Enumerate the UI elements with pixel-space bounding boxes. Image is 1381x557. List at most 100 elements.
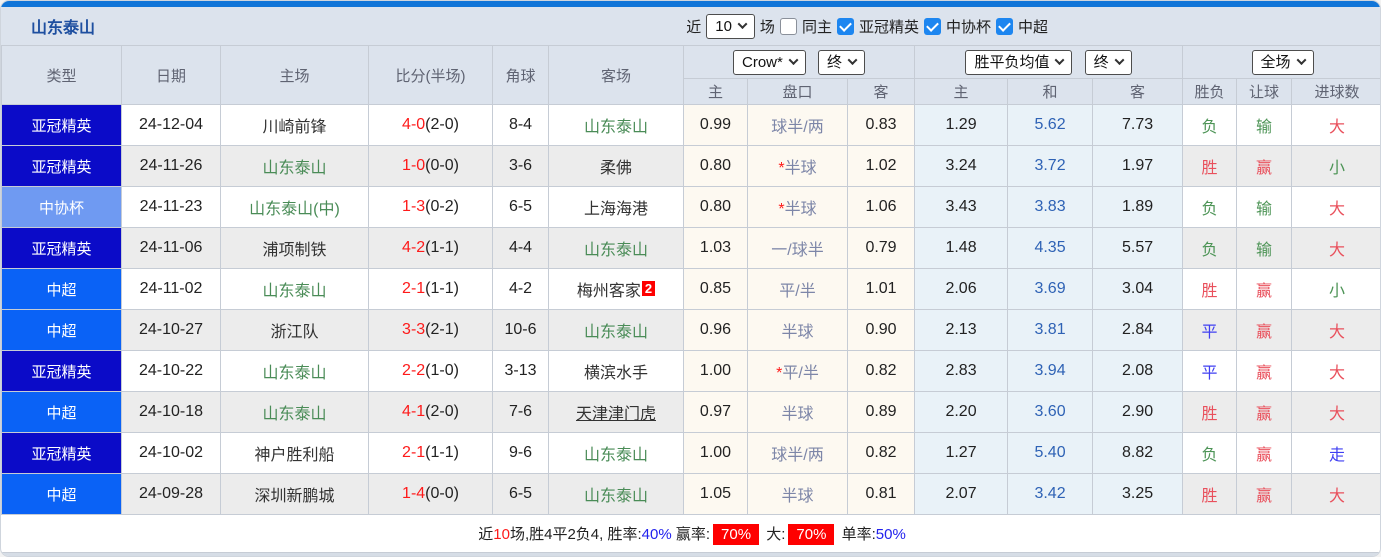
away-team-cell: 柔佛 (548, 145, 684, 187)
result-winloss: 负 (1182, 186, 1238, 228)
avg-home-odds: 2.83 (914, 350, 1009, 392)
home-team-cell: 深圳新鹏城 (220, 473, 369, 515)
summary-segment: 场,胜4平2负4, 胜率: (509, 525, 642, 543)
chevron-down-icon (788, 54, 799, 65)
col-header-result-wl: 胜负 (1182, 78, 1238, 105)
filter-acl-label: 亚冠精英 (858, 18, 919, 36)
odds-home: 0.99 (683, 104, 748, 146)
bookmaker-time-select[interactable]: 终 (818, 49, 866, 75)
avg-odds-select[interactable]: 胜平负均值 (965, 49, 1073, 75)
away-team-link[interactable]: 天津津门虎 (576, 406, 656, 423)
red-card-badge: 2 (641, 281, 656, 296)
result-winloss: 胜 (1182, 268, 1238, 310)
col-header-away: 客场 (548, 45, 684, 105)
result-handicap: 输 (1236, 186, 1293, 228)
avg-home-odds: 1.48 (914, 227, 1009, 269)
home-team-link[interactable]: 山东泰山(中) (249, 201, 340, 218)
odds-away: 0.83 (846, 104, 916, 146)
odds-away: 0.82 (846, 350, 916, 392)
match-date: 24-12-04 (121, 104, 221, 146)
handicap-line: 半球 (747, 309, 848, 351)
avg-home-odds: 3.43 (914, 186, 1009, 228)
odds-away: 0.81 (846, 473, 916, 515)
league-badge: 亚冠精英 (1, 104, 122, 146)
filter-csl-label: 中超 (1017, 18, 1048, 36)
bookmaker-select[interactable]: Crow* (733, 49, 806, 75)
filter-cfa-cup-checkbox[interactable] (923, 17, 941, 35)
away-team-link[interactable]: 横滨水手 (584, 365, 648, 382)
handicap-line: 球半/两 (747, 432, 848, 474)
avg-draw-odds: 3.81 (1007, 309, 1094, 351)
recent-count-value: 10 (715, 17, 732, 35)
home-team-link[interactable]: 浦项制铁 (262, 242, 326, 259)
away-team-link[interactable]: 山东泰山 (584, 242, 648, 259)
away-team-link[interactable]: 山东泰山 (584, 119, 648, 136)
home-team-link[interactable]: 山东泰山 (262, 365, 326, 382)
result-handicap: 赢 (1236, 391, 1293, 433)
match-row: 亚冠精英 24-11-06 浦项制铁 4-2(1-1) 4-4 山东泰山 1.03 一/球半 0… (1, 227, 1380, 269)
avg-draw-odds: 3.72 (1007, 145, 1094, 187)
corner-score: 9-6 (492, 432, 549, 474)
summary-segment: 70% (788, 523, 835, 545)
home-team-link[interactable]: 深圳新鹏城 (254, 488, 334, 505)
match-score: 3-3(2-1) (368, 309, 493, 351)
corner-score: 6-5 (492, 473, 549, 515)
away-team-cell: 山东泰山 (548, 432, 684, 474)
result-goals: 小 (1291, 145, 1380, 187)
scope-select[interactable]: 全场 (1251, 49, 1314, 75)
home-team-link[interactable]: 浙江队 (270, 324, 318, 341)
avg-time-select[interactable]: 终 (1084, 49, 1132, 75)
recent-count-select[interactable]: 10 (706, 13, 755, 39)
away-team-link[interactable]: 柔佛 (600, 160, 632, 177)
away-team-link[interactable]: 山东泰山 (584, 324, 648, 341)
home-team-link[interactable]: 山东泰山 (262, 283, 326, 300)
match-score: 4-1(2-0) (368, 391, 493, 433)
bookmaker-group-header: Crow* 终 (682, 45, 916, 79)
match-score: 2-2(1-0) (368, 350, 493, 392)
odds-away: 0.82 (846, 432, 916, 474)
same-home-label: 同主 (801, 18, 832, 36)
home-team-cell: 山东泰山 (220, 145, 369, 187)
match-date: 24-11-26 (121, 145, 221, 187)
filter-csl-checkbox[interactable] (995, 17, 1013, 35)
odds-home: 0.96 (683, 309, 748, 351)
same-home-checkbox[interactable] (779, 17, 797, 35)
odds-home: 1.00 (683, 432, 748, 474)
corner-score: 7-6 (492, 391, 549, 433)
away-team-cell: 山东泰山 (548, 309, 684, 351)
avg-away-odds: 8.82 (1092, 432, 1184, 474)
away-team-link[interactable]: 山东泰山 (584, 488, 648, 505)
odds-away: 1.02 (846, 145, 916, 187)
home-team-link[interactable]: 山东泰山 (262, 406, 326, 423)
col-header-date: 日期 (121, 45, 221, 105)
result-goals: 走 (1291, 432, 1380, 474)
chevron-down-icon (847, 54, 858, 65)
corner-score: 4-4 (492, 227, 549, 269)
avg-home-odds: 2.13 (914, 309, 1009, 351)
corner-score: 3-13 (492, 350, 549, 392)
corner-score: 3-6 (492, 145, 549, 187)
league-badge: 中超 (1, 268, 122, 310)
result-winloss: 负 (1182, 227, 1238, 269)
odds-away: 0.90 (846, 309, 916, 351)
chevron-down-icon (737, 18, 748, 29)
home-team-link[interactable]: 神户胜利船 (254, 447, 334, 464)
away-team-link[interactable]: 山东泰山 (584, 447, 648, 464)
summary-segment: 50% (875, 525, 906, 543)
col-header-corner: 角球 (492, 45, 549, 105)
away-team-link[interactable]: 梅州客家 (577, 283, 641, 300)
avg-draw-odds: 3.42 (1007, 473, 1094, 515)
result-winloss: 平 (1182, 350, 1238, 392)
away-team-link[interactable]: 上海海港 (584, 201, 648, 218)
result-winloss: 负 (1182, 432, 1238, 474)
result-handicap: 输 (1236, 227, 1293, 269)
filter-acl-checkbox[interactable] (836, 17, 854, 35)
match-score: 4-2(1-1) (368, 227, 493, 269)
home-team-link[interactable]: 川崎前锋 (262, 119, 326, 136)
match-score: 2-1(1-1) (368, 268, 493, 310)
header-band: 山东泰山 近 10 场 同主 亚冠精英 中协杯 中超 (1, 7, 1380, 45)
away-team-cell: 山东泰山 (548, 227, 684, 269)
home-team-link[interactable]: 山东泰山 (262, 160, 326, 177)
match-row: 中超 24-11-02 山东泰山 2-1(1-1) 4-2 梅州客家 2 0.85 平/半 1.0… (1, 268, 1380, 310)
avg-away-odds: 1.97 (1092, 145, 1184, 187)
